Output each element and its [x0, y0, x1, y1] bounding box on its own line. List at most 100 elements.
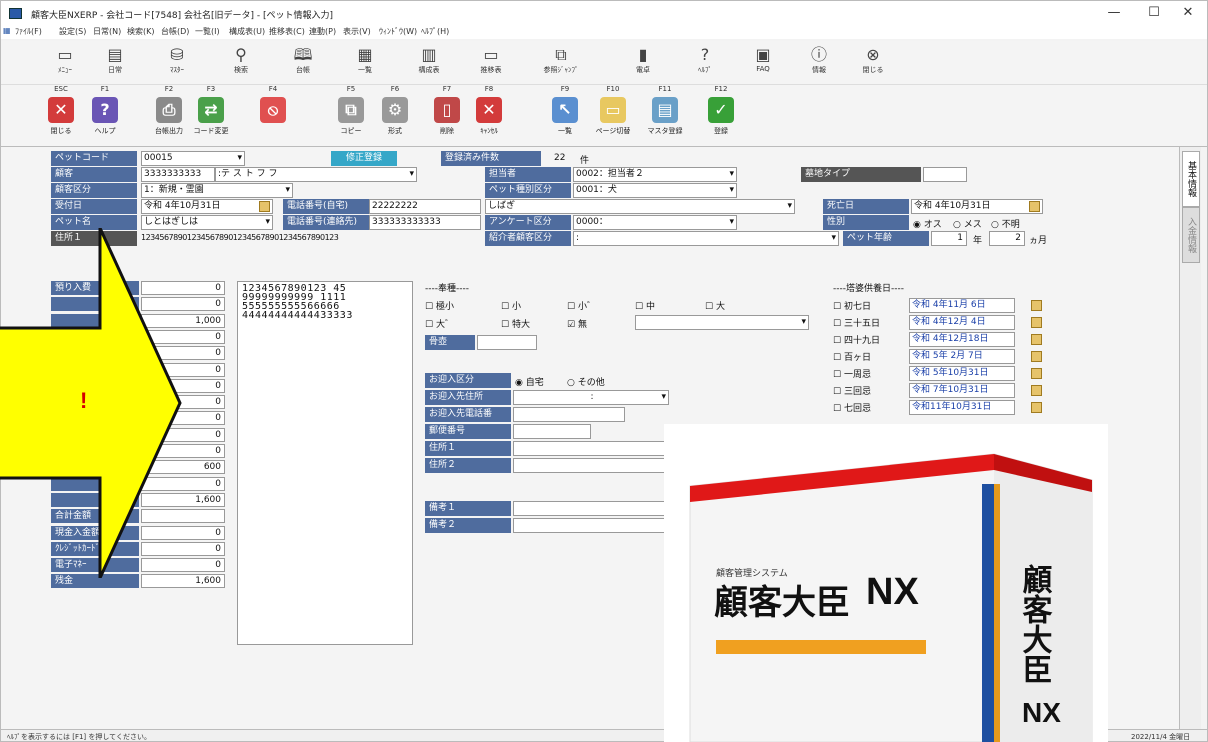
- amount-field[interactable]: 0: [141, 444, 225, 458]
- amount-field[interactable]: 0: [141, 476, 225, 491]
- pickup-radio-other[interactable]: ○ その他: [567, 375, 605, 388]
- staff-select[interactable]: 0002：担当者２: [573, 167, 737, 182]
- amount-field[interactable]: 0: [141, 395, 225, 410]
- memo-area[interactable]: 1234567890123 45 99999999999 1111 555555…: [237, 281, 413, 645]
- memorial-checkbox[interactable]: ☐ 三回忌: [833, 384, 871, 397]
- amount-field[interactable]: 1,000: [141, 313, 225, 328]
- menu-trend[interactable]: 推移表(C): [269, 26, 305, 37]
- fkey-esc-button[interactable]: ESC ✕ 閉じる: [41, 85, 81, 145]
- pickup-radio-home[interactable]: ◉ 自宅: [515, 375, 544, 388]
- amount-field[interactable]: 1,600: [141, 492, 225, 507]
- survey-select[interactable]: 0000：: [573, 215, 737, 230]
- bone-urn-field[interactable]: [477, 335, 537, 350]
- menu-daily[interactable]: 日常(N): [93, 26, 121, 37]
- amount-field[interactable]: 0: [141, 427, 225, 442]
- memorial-date-field[interactable]: 令和 4年11月 6日: [909, 298, 1015, 313]
- offering-select[interactable]: [635, 315, 809, 330]
- amount-field[interactable]: 0: [141, 281, 225, 295]
- calendar-icon[interactable]: [1029, 201, 1040, 212]
- pickup-address2-field[interactable]: [513, 458, 673, 473]
- sex-radio-male[interactable]: ◉ オス: [913, 217, 942, 230]
- calendar-icon[interactable]: [1031, 334, 1042, 345]
- reception-date-field[interactable]: 令和 4年10月31日: [141, 199, 273, 214]
- menu-file[interactable]: ﾌｧｲﾙ(F): [15, 26, 42, 37]
- toolbar-list-button[interactable]: ▦ 一覧: [345, 43, 385, 83]
- memorial-date-field[interactable]: 令和 4年12月18日: [909, 332, 1015, 347]
- amount-field[interactable]: 0: [141, 525, 225, 540]
- phone-home-field[interactable]: 22222222: [369, 199, 481, 214]
- fkey-f4-button[interactable]: F4 ⦸: [253, 85, 293, 145]
- offering-checkbox[interactable]: ☐ 大: [705, 299, 725, 312]
- memorial-date-field[interactable]: 令和 5年10月31日: [909, 366, 1015, 381]
- referrer-select[interactable]: :: [573, 231, 839, 246]
- toolbar-master-button[interactable]: ⛁ ﾏｽﾀｰ: [157, 43, 197, 83]
- death-date-field[interactable]: 令和 4年10月31日: [911, 199, 1043, 214]
- menu-link[interactable]: 連動(P): [309, 26, 336, 37]
- toolbar-ledger-button[interactable]: 🕮 台帳: [283, 43, 323, 83]
- age-months-field[interactable]: 2: [989, 231, 1025, 246]
- fkey-f8-button[interactable]: F8 ✕ ｷｬﾝｾﾙ: [469, 85, 509, 145]
- note2-field[interactable]: [513, 518, 673, 533]
- offering-checkbox[interactable]: ☐ 大゛: [425, 317, 454, 330]
- grave-type-field[interactable]: [923, 167, 967, 182]
- toolbar-trend-button[interactable]: ▭ 推移表: [471, 43, 511, 83]
- sex-radio-female[interactable]: ○ メス: [953, 217, 982, 230]
- memorial-checkbox[interactable]: ☐ 百ヶ日: [833, 350, 871, 363]
- offering-checkbox-checked[interactable]: ☑ 無: [567, 317, 587, 330]
- tab-basic-info[interactable]: 基本情報: [1182, 151, 1200, 207]
- customer-code-field[interactable]: 3333333333: [141, 167, 215, 182]
- fkey-f2-button[interactable]: F2 ⎙ 台帳出力: [149, 85, 189, 145]
- menu-help[interactable]: ﾍﾙﾌﾟ(H): [421, 26, 449, 37]
- menu-ledger[interactable]: 台帳(D): [161, 26, 189, 37]
- amount-field[interactable]: 0: [141, 411, 225, 426]
- calendar-icon[interactable]: [1031, 351, 1042, 362]
- memorial-checkbox[interactable]: ☐ 四十九日: [833, 333, 880, 346]
- offering-checkbox[interactable]: ☐ 極小: [425, 299, 454, 312]
- fkey-f7-button[interactable]: F7 ▯ 削除: [427, 85, 467, 145]
- toolbar-calculator-button[interactable]: ▮ 電卓: [623, 43, 663, 83]
- toolbar-menu-button[interactable]: ▭ ﾒﾆｭｰ: [45, 43, 85, 83]
- calendar-icon[interactable]: [1031, 385, 1042, 396]
- amount-field[interactable]: 0: [141, 346, 225, 361]
- fkey-f3-button[interactable]: F3 ⇄ コード変更: [191, 85, 231, 145]
- fkey-f5-button[interactable]: F5 ⧉ コピー: [331, 85, 371, 145]
- calendar-icon[interactable]: [1031, 317, 1042, 328]
- amount-field[interactable]: 600: [141, 460, 225, 475]
- toolbar-info-button[interactable]: ⓘ 情報: [799, 43, 839, 83]
- amount-field[interactable]: 0: [141, 378, 225, 393]
- calendar-icon[interactable]: [1031, 368, 1042, 379]
- sex-radio-unknown[interactable]: ○ 不明: [991, 217, 1020, 230]
- amount-field[interactable]: [141, 509, 225, 524]
- toolbar-daily-button[interactable]: ▤ 日常: [95, 43, 135, 83]
- amount-field[interactable]: 1,600: [141, 574, 225, 589]
- pet-kind-select[interactable]: 0001：犬: [573, 183, 737, 198]
- menu-list[interactable]: 一覧(I): [195, 26, 220, 37]
- tab-payment-info[interactable]: 入金情報: [1182, 207, 1200, 263]
- amount-field[interactable]: 0: [141, 362, 225, 377]
- amount-field[interactable]: 0: [141, 558, 225, 573]
- amount-field[interactable]: 0: [141, 297, 225, 312]
- amount-field[interactable]: 0: [141, 329, 225, 344]
- offering-checkbox[interactable]: ☐ 小: [501, 299, 521, 312]
- toolbar-search-button[interactable]: ⚲ 検索: [221, 43, 261, 83]
- menu-structure[interactable]: 構成表(U): [229, 26, 265, 37]
- memorial-date-field[interactable]: 令和11年10月31日: [909, 400, 1015, 415]
- toolbar-faq-button[interactable]: ▣ FAQ: [743, 43, 783, 83]
- breed-select[interactable]: しばぎ: [485, 199, 795, 214]
- pickup-address-select[interactable]: :: [513, 390, 669, 405]
- toolbar-structure-button[interactable]: ▥ 構成表: [409, 43, 449, 83]
- memorial-checkbox[interactable]: ☐ 七回忌: [833, 401, 871, 414]
- memorial-checkbox[interactable]: ☐ 一周忌: [833, 367, 871, 380]
- offering-checkbox[interactable]: ☐ 中: [635, 299, 655, 312]
- phone-contact-field[interactable]: 333333333333: [369, 215, 481, 230]
- pickup-address1-field[interactable]: [513, 441, 673, 456]
- menu-settings[interactable]: 設定(S): [59, 26, 86, 37]
- maximize-button[interactable]: ☐: [1139, 3, 1169, 23]
- zip-field[interactable]: [513, 424, 591, 439]
- age-years-field[interactable]: 1: [931, 231, 967, 246]
- fkey-f10-button[interactable]: F10 ▭ ページ切替: [593, 85, 633, 145]
- fkey-f6-button[interactable]: F6 ⚙ 形式: [375, 85, 415, 145]
- pickup-phone-field[interactable]: [513, 407, 625, 422]
- memorial-date-field[interactable]: 令和 5年 2月 7日: [909, 349, 1015, 364]
- note1-field[interactable]: [513, 501, 673, 516]
